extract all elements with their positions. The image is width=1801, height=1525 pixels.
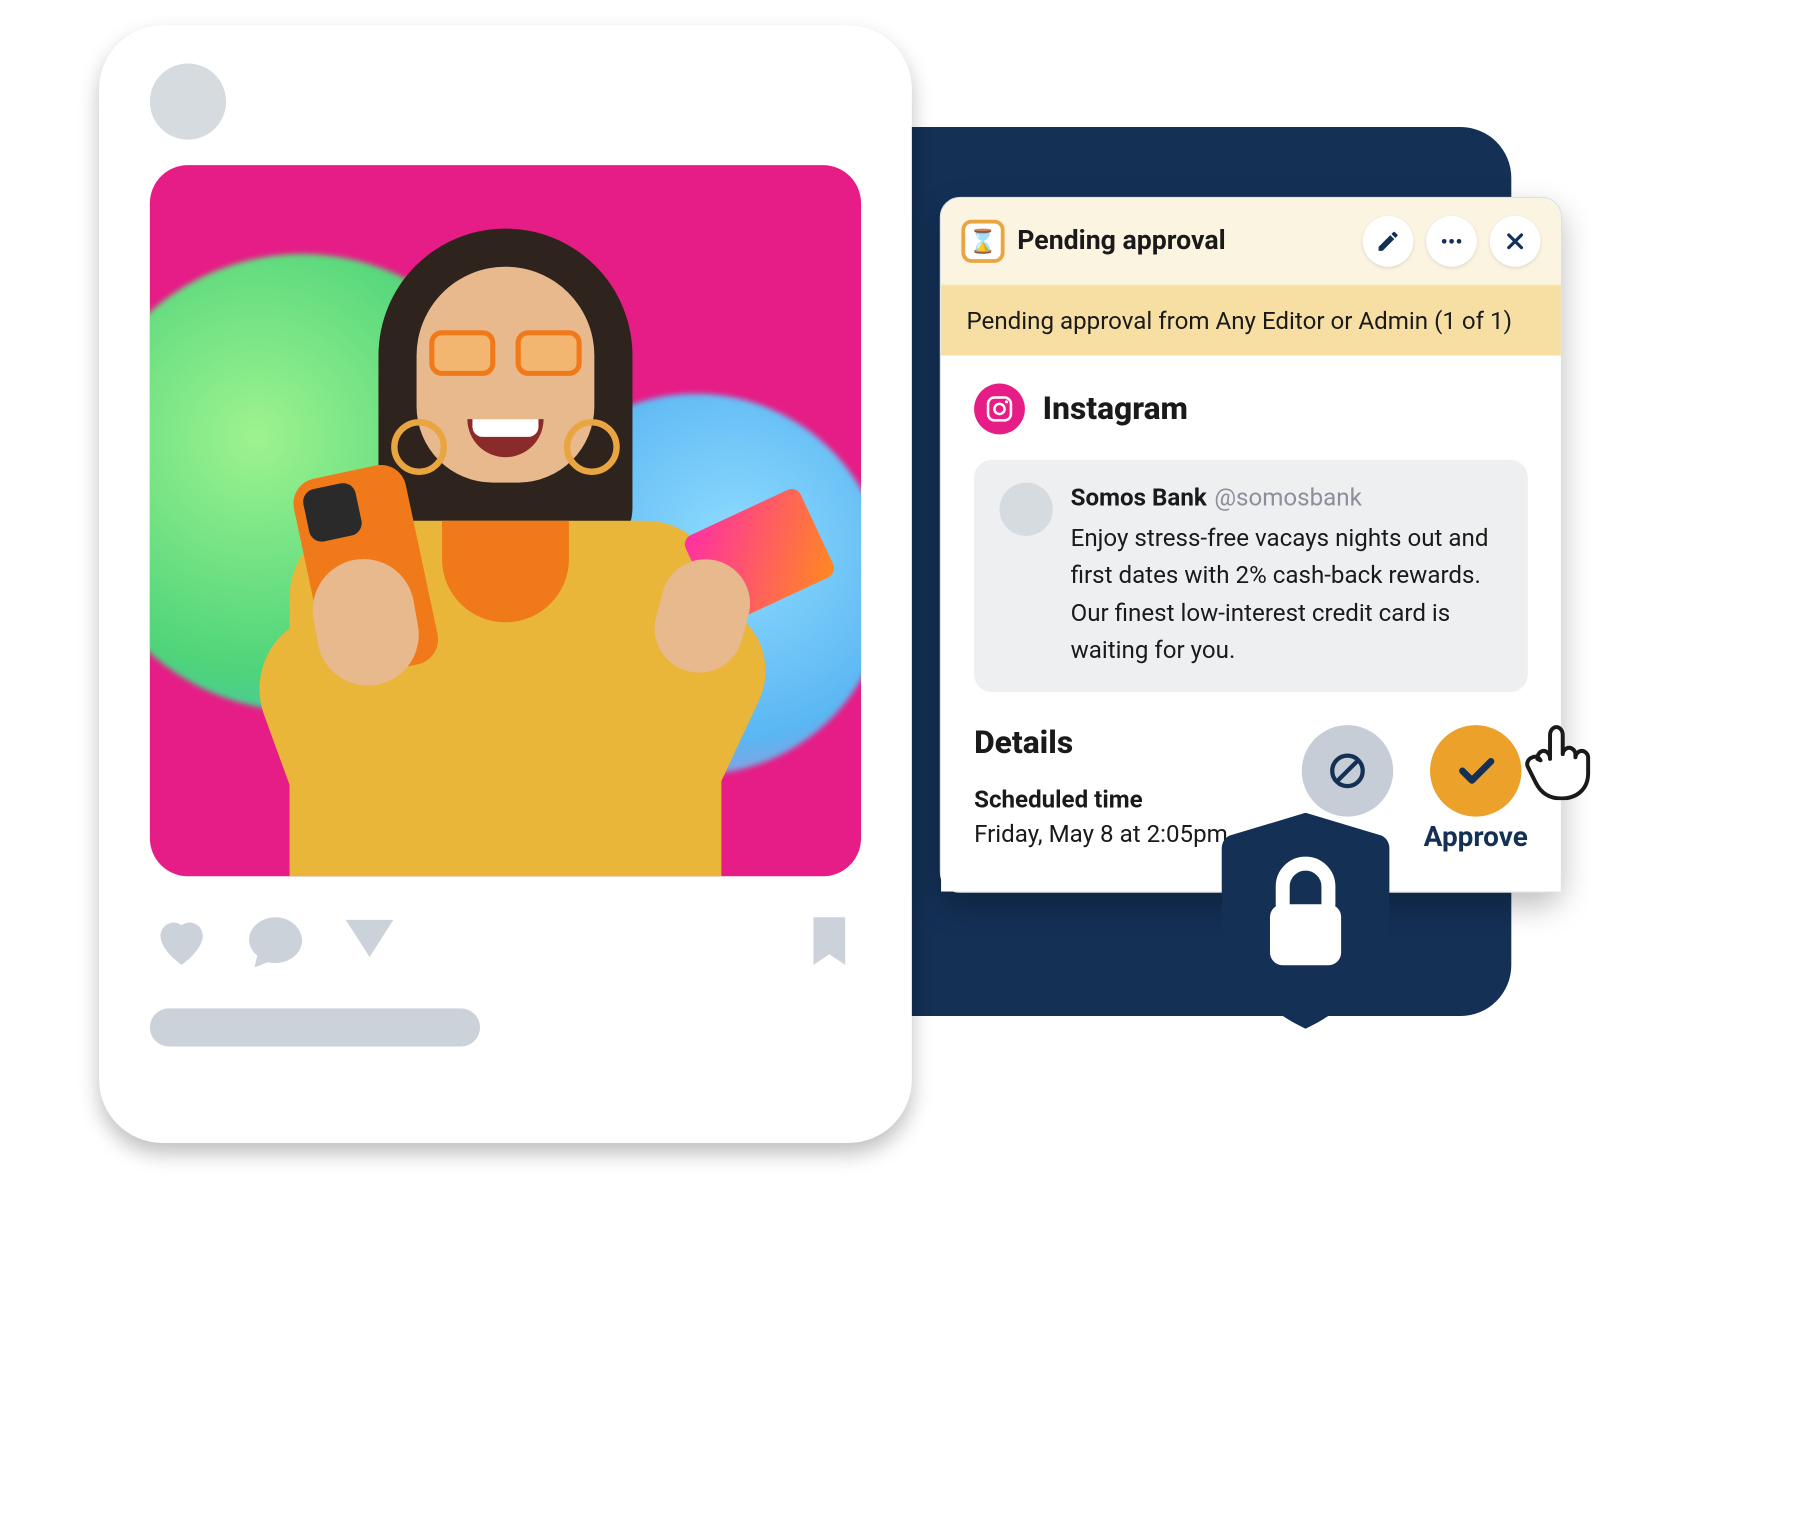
approve-label: Approve <box>1424 821 1528 853</box>
heart-icon[interactable] <box>150 909 214 973</box>
bookmark-icon[interactable] <box>798 909 862 973</box>
panel-title: Pending approval <box>1017 226 1350 256</box>
person-illustration <box>201 191 811 877</box>
post-avatar-placeholder <box>150 64 226 140</box>
reject-button[interactable] <box>1302 725 1393 816</box>
check-icon <box>1453 748 1499 794</box>
details-heading: Details <box>974 725 1271 762</box>
security-shield-icon <box>1217 813 1395 1029</box>
pencil-icon <box>1375 229 1400 254</box>
approve-button[interactable] <box>1430 725 1521 816</box>
platform-name: Instagram <box>1043 391 1188 428</box>
account-name: Somos Bank <box>1071 483 1207 512</box>
edit-button[interactable] <box>1363 216 1414 267</box>
approval-panel: ⌛ Pending approval Pending approval from… <box>940 197 1562 893</box>
account-avatar-placeholder <box>999 483 1052 536</box>
account-handle: @somosbank <box>1214 483 1361 512</box>
send-icon[interactable] <box>338 909 402 973</box>
post-preview: Somos Bank@somosbank Enjoy stress-free v… <box>974 460 1528 692</box>
prohibit-icon <box>1327 750 1368 791</box>
close-icon <box>1502 229 1527 254</box>
post-image <box>150 165 861 876</box>
scheduled-time-label: Scheduled time <box>974 785 1271 814</box>
post-copy: Enjoy stress-free vacays nights out and … <box>1071 519 1503 669</box>
social-post-card <box>99 25 912 1143</box>
approval-status-message: Pending approval from Any Editor or Admi… <box>941 286 1561 356</box>
hourglass-icon: ⌛ <box>961 220 1004 263</box>
comment-icon[interactable] <box>244 909 308 973</box>
more-button[interactable] <box>1426 216 1477 267</box>
caption-placeholder <box>150 1008 480 1046</box>
ellipsis-icon <box>1439 229 1464 254</box>
instagram-icon <box>974 384 1025 435</box>
close-button[interactable] <box>1490 216 1541 267</box>
